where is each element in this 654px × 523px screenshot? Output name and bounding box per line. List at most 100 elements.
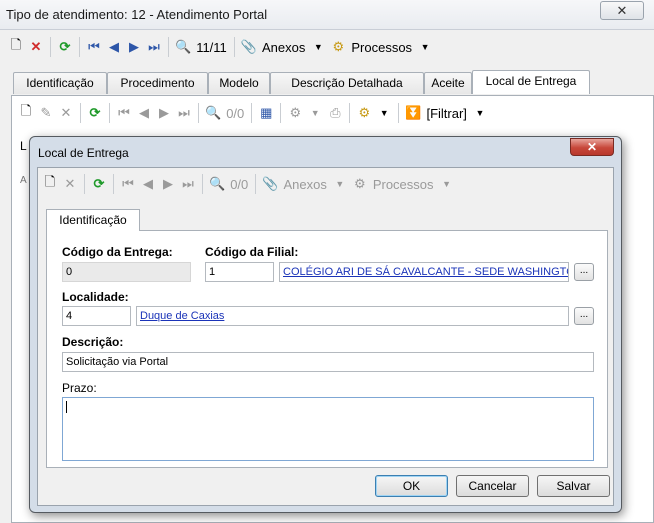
background-label-fragment: A [20,175,27,186]
anexos-dropdown-icon[interactable]: ▼ [330,173,350,195]
gears-icon[interactable]: ⚙ [350,173,370,195]
anexos-button[interactable]: Anexos [259,40,308,55]
toolbar-separator [280,103,282,123]
grid-icon[interactable]: ▦ [256,102,276,124]
record-counter: 0/0 [226,105,245,121]
print-icon[interactable]: ⎙ [325,102,345,124]
new-document-icon[interactable]: 🗋 [16,102,36,124]
sub-toolbar: 🗋 ✎ ✕ ⟳ ⏮ ◀ ▶ ⏭ 🔍 0/0 ▦ ⚙ ▼ ⎙ ⚙ ▼ ⏬ [Fil… [16,101,646,125]
prazo-label: Prazo: [62,381,97,395]
actions-dropdown-icon[interactable]: ▼ [305,102,325,124]
window-titlebar: Tipo de atendimento: 12 - Atendimento Po… [0,0,654,30]
record-counter: 0/0 [230,176,249,192]
processos-button[interactable]: Processos [348,40,415,55]
window-close-button[interactable]: ✕ [600,1,644,20]
refresh-icon[interactable]: ⟳ [55,36,75,58]
actions-icon[interactable]: ⚙ [285,102,305,124]
first-record-icon[interactable]: ⏮ [84,36,104,58]
filial-lookup-button[interactable]: ... [574,263,594,281]
dialog-title: Local de Entrega [38,146,129,160]
record-counter: 11/11 [196,39,227,55]
gears-icon[interactable]: ⚙ [328,36,348,58]
tab-identificacao[interactable]: Identificação [13,72,107,94]
dialog-body: 🗋 ✕ ⟳ ⏮ ◀ ▶ ⏭ 🔍 0/0 📎 Anexos ▼ ⚙ Process… [37,167,614,506]
dialog-titlebar: Local de Entrega ✕ [30,137,621,167]
toolbar-separator [349,103,351,123]
save-button[interactable]: Salvar [537,475,610,497]
toolbar-separator [398,103,400,123]
codigo-filial-label: Código da Filial: [205,245,299,259]
delete-icon[interactable]: ✕ [26,36,46,58]
codigo-filial-field[interactable]: 1 [205,262,274,282]
paperclip-icon[interactable]: 📎 [239,36,259,58]
toolbar-separator [251,103,253,123]
filter-button[interactable]: [Filtrar] [423,106,469,121]
last-record-icon[interactable]: ⏭ [144,36,164,58]
first-record-icon[interactable]: ⏮ [114,102,134,124]
dialog-toolbar: 🗋 ✕ ⟳ ⏮ ◀ ▶ ⏭ 🔍 0/0 📎 Anexos ▼ ⚙ Process… [40,172,600,196]
toolbar-separator [202,174,203,194]
tab-local-de-entrega[interactable]: Local de Entrega [472,70,590,94]
toolbar-separator [79,37,80,57]
descricao-field[interactable]: Solicitação via Portal [62,352,594,372]
gears-dropdown-icon[interactable]: ▼ [374,102,394,124]
localidade-field[interactable]: 4 [62,306,131,326]
filial-name-link[interactable]: COLÉGIO ARI DE SÁ CAVALCANTE - SEDE WASH… [283,266,568,278]
toolbar-separator [168,37,169,57]
delete-icon[interactable]: ✕ [56,102,76,124]
tab-procedimento[interactable]: Procedimento [107,72,208,94]
edit-icon[interactable]: ✎ [36,102,56,124]
filial-name-field[interactable]: COLÉGIO ARI DE SÁ CAVALCANTE - SEDE WASH… [279,262,569,282]
localidade-name-link[interactable]: Duque de Caxias [140,310,224,322]
localidade-lookup-button[interactable]: ... [574,307,594,325]
delete-icon[interactable]: ✕ [60,173,80,195]
new-document-icon[interactable]: 🗋 [6,36,26,58]
filter-icon[interactable]: ⏬ [403,102,423,124]
refresh-icon[interactable]: ⟳ [89,173,109,195]
gears-icon[interactable]: ⚙ [354,102,374,124]
last-record-icon[interactable]: ⏭ [178,173,198,195]
text-cursor [66,401,67,414]
new-document-icon[interactable]: 🗋 [40,173,60,195]
next-record-icon[interactable]: ▶ [124,36,144,58]
last-record-icon[interactable]: ⏭ [174,102,194,124]
previous-record-icon[interactable]: ◀ [134,102,154,124]
toolbar-separator [113,174,114,194]
tab-strip: Identificação Procedimento Modelo Descri… [13,70,653,96]
tab-descricao-detalhada[interactable]: Descrição Detalhada [270,72,424,94]
toolbar-separator [255,174,257,194]
processos-dropdown-icon[interactable]: ▼ [437,173,457,195]
window-title: Tipo de atendimento: 12 - Atendimento Po… [6,7,268,22]
toolbar-separator [80,103,81,123]
dialog-close-button[interactable]: ✕ [570,138,614,156]
cancel-button[interactable]: Cancelar [456,475,529,497]
localidade-name-field[interactable]: Duque de Caxias [136,306,569,326]
tab-aceite[interactable]: Aceite [424,72,472,94]
toolbar-separator [84,174,85,194]
binoculars-icon[interactable]: 🔍 [207,173,227,195]
localidade-label: Localidade: [62,290,129,304]
refresh-icon[interactable]: ⟳ [85,102,105,124]
first-record-icon[interactable]: ⏮ [118,173,138,195]
tab-modelo[interactable]: Modelo [208,72,270,94]
filter-dropdown-icon[interactable]: ▼ [470,102,490,124]
background-label-fragment: L [20,139,27,153]
anexos-button[interactable]: Anexos [280,177,329,192]
binoculars-icon[interactable]: 🔍 [173,36,193,58]
tab-identificacao[interactable]: Identificação [46,209,140,231]
codigo-entrega-field[interactable]: 0 [62,262,191,282]
toolbar-separator [198,103,199,123]
processos-button[interactable]: Processos [370,177,437,192]
paperclip-icon[interactable]: 📎 [260,173,280,195]
toolbar-separator [50,37,51,57]
previous-record-icon[interactable]: ◀ [104,36,124,58]
next-record-icon[interactable]: ▶ [158,173,178,195]
prazo-textarea[interactable] [62,397,594,461]
binoculars-icon[interactable]: 🔍 [203,102,223,124]
processos-dropdown-icon[interactable]: ▼ [415,36,435,58]
anexos-dropdown-icon[interactable]: ▼ [308,36,328,58]
next-record-icon[interactable]: ▶ [154,102,174,124]
ok-button[interactable]: OK [375,475,448,497]
main-toolbar: 🗋 ✕ ⟳ ⏮ ◀ ▶ ⏭ 🔍 11/11 📎 Anexos ▼ ⚙ Proce… [6,35,646,59]
previous-record-icon[interactable]: ◀ [138,173,158,195]
